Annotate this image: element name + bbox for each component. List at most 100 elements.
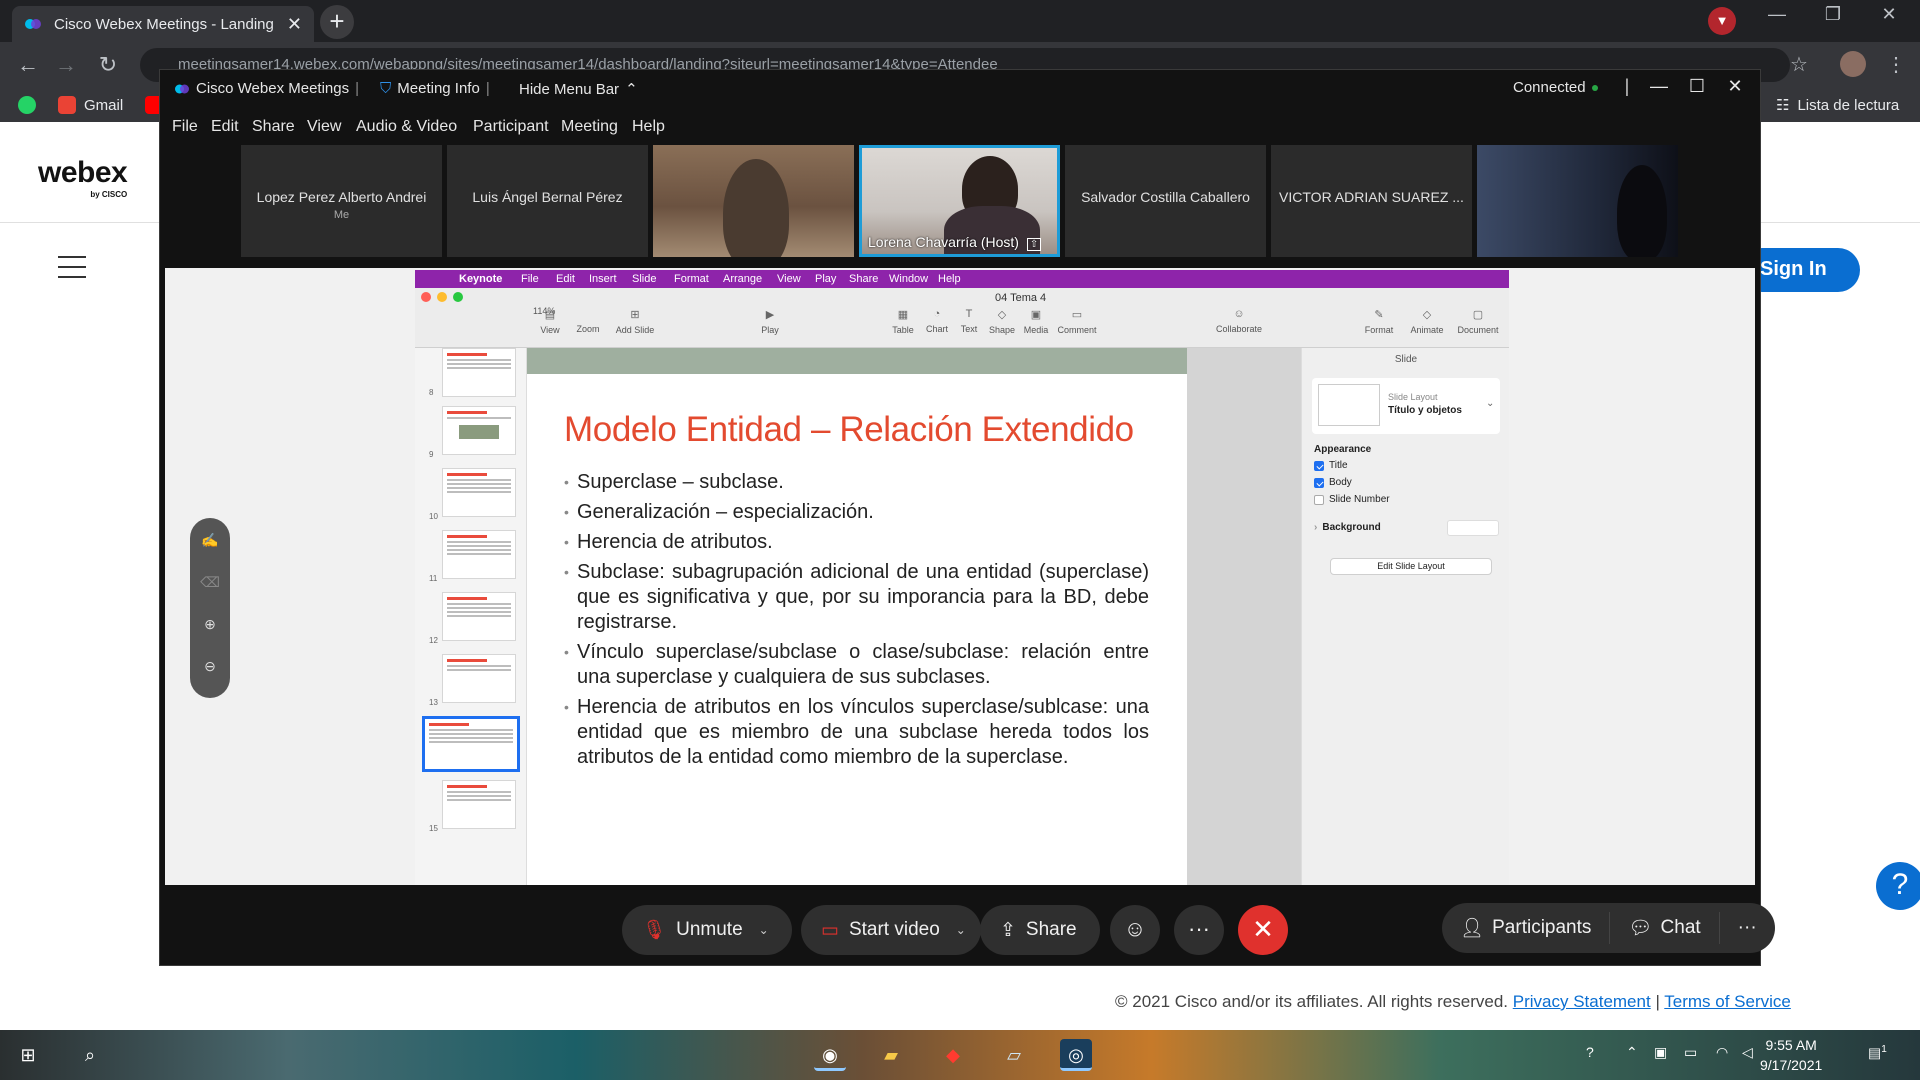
app-taskbar-icon[interactable]: ◆ <box>937 1039 969 1071</box>
meeting-info-button[interactable]: ⛉ Meeting Info | <box>380 80 490 97</box>
zoom-out-icon[interactable]: ⊖ <box>190 658 230 675</box>
chevron-up-icon[interactable]: ⌃ <box>1626 1044 1638 1061</box>
chat-icon: 💬︎ <box>1628 918 1653 939</box>
more-options-button[interactable]: ··· <box>1174 905 1224 955</box>
bookmark-star-icon[interactable]: ☆ <box>1790 52 1808 77</box>
notifications-icon[interactable]: ▤1 <box>1868 1044 1887 1062</box>
zoom-icon <box>573 308 603 320</box>
battery-icon[interactable]: ▭ <box>1684 1044 1697 1061</box>
keynote-menu-edit: Edit <box>556 273 575 285</box>
inspector-tab-slide: Slide <box>1394 354 1418 365</box>
whatsapp-bookmark[interactable] <box>18 96 36 114</box>
end-meeting-button[interactable]: ✕ <box>1238 905 1288 955</box>
device-tray-icon[interactable]: ▣ <box>1654 1044 1667 1061</box>
menu-view[interactable]: View <box>307 118 341 136</box>
new-tab-button[interactable]: + <box>320 5 354 39</box>
unmute-label: Unmute <box>676 919 743 940</box>
hide-menu-bar-button[interactable]: Hide Menu Bar ⌃ <box>519 80 638 99</box>
participants-button[interactable]: 👤︎ Participants <box>1442 912 1611 944</box>
keynote-menu-play: Play <box>815 273 837 285</box>
participant-tile[interactable]: Luis Ángel Bernal Pérez <box>447 145 648 257</box>
participant-name: VICTOR ADRIAN SUAREZ ... <box>1279 189 1464 205</box>
restore-icon[interactable]: ❐ <box>1810 4 1856 25</box>
menu-audio-video[interactable]: Audio & Video <box>356 118 457 136</box>
webex-meeting-window: Cisco Webex Meetings | ⛉ Meeting Info | … <box>160 70 1775 965</box>
webex-taskbar-icon[interactable]: ◎ <box>1060 1039 1092 1071</box>
appearance-heading: Appearance <box>1314 444 1372 455</box>
participant-video-tile[interactable]: Lorena Chavarría (Host) ⇧ <box>859 145 1060 257</box>
copyright-text: © 2021 Cisco and/or its affiliates. All … <box>1115 992 1509 1011</box>
share-button[interactable]: ⇪ Share <box>980 905 1100 955</box>
search-icon[interactable]: ⌕ <box>74 1039 106 1071</box>
help-tray-icon[interactable]: ? <box>1586 1044 1594 1060</box>
volume-icon[interactable]: ◁ <box>1742 1044 1753 1061</box>
close-window-icon[interactable]: ✕ <box>1866 4 1912 25</box>
meeting-maximize-icon[interactable]: ☐ <box>1680 76 1714 97</box>
video-off-icon: ▭ <box>821 919 839 941</box>
toolbar-add-slide: ⊞ Add Slide <box>611 308 659 335</box>
zoom-in-icon[interactable]: ⊕ <box>190 616 230 633</box>
keynote-menu-window: Window <box>889 273 929 285</box>
gmail-bookmark[interactable]: Gmail <box>58 96 123 114</box>
toolbar-animate: ◇ Animate <box>1409 308 1445 335</box>
terms-link[interactable]: Terms of Service <box>1664 992 1791 1011</box>
file-explorer-icon[interactable]: ▰ <box>875 1039 907 1071</box>
chevron-down-icon[interactable]: ⌄ <box>956 923 966 937</box>
slide-title: Modelo Entidad – Relación Extendido <box>564 410 1134 449</box>
chevron-down-icon[interactable]: ⌄ <box>759 923 769 937</box>
keynote-menu-view: View <box>777 273 801 285</box>
browser-tab[interactable]: Cisco Webex Meetings - Landing ✕ <box>12 6 314 42</box>
participant-tile[interactable]: Salvador Costilla Caballero <box>1065 145 1266 257</box>
logo-text: webex <box>38 156 128 189</box>
participant-video-tile[interactable] <box>1477 145 1678 257</box>
system-clock[interactable]: 9:55 AM 9/17/2021 <box>1760 1035 1822 1075</box>
privacy-link[interactable]: Privacy Statement <box>1513 992 1651 1011</box>
participant-video-tile[interactable] <box>653 145 854 257</box>
meeting-minimize-icon[interactable]: — <box>1642 76 1676 97</box>
chat-button[interactable]: 💬︎ Chat <box>1610 912 1720 944</box>
toolbar-media: ▣ Media <box>1021 308 1051 335</box>
layout-value: Título y objetos <box>1388 405 1462 416</box>
participant-tile[interactable]: Lopez Perez Alberto Andrei Me <box>241 145 442 257</box>
menu-meeting[interactable]: Meeting <box>561 118 618 136</box>
comment-icon: ▭ <box>1071 309 1083 321</box>
meeting-close-icon[interactable]: ✕ <box>1718 76 1752 97</box>
participant-strip: Lopez Perez Alberto Andrei Me Luis Ángel… <box>241 145 1678 257</box>
host-name: Lorena Chavarría (Host) <box>868 234 1019 250</box>
menu-edit[interactable]: Edit <box>211 118 239 136</box>
menu-share[interactable]: Share <box>252 118 295 136</box>
unmute-button[interactable]: 🎙︎ Unmute ⌄ <box>622 905 792 955</box>
back-icon[interactable]: ← <box>14 52 42 78</box>
forward-icon[interactable]: → <box>52 52 80 78</box>
menu-participant[interactable]: Participant <box>473 118 549 136</box>
tool-label: Add Slide <box>615 325 655 335</box>
chrome-taskbar-icon[interactable]: ◉ <box>814 1039 846 1071</box>
profile-avatar[interactable] <box>1840 51 1866 77</box>
muted-mic-icon: 🎙︎ <box>642 920 667 941</box>
menu-file[interactable]: File <box>172 118 198 136</box>
slide-number: 12 <box>429 636 438 645</box>
webex-logo[interactable]: webex by CISCO <box>38 156 128 199</box>
reading-list-button[interactable]: ☷ Lista de lectura <box>1776 96 1899 115</box>
notes-taskbar-icon[interactable]: ▱ <box>998 1039 1030 1071</box>
start-video-button[interactable]: ▭ Start video ⌄ <box>801 905 981 955</box>
reload-icon[interactable]: ↻ <box>94 52 122 78</box>
menu-help[interactable]: Help <box>632 118 665 136</box>
extension-icon[interactable]: ▼ <box>1708 7 1736 35</box>
eraser-icon[interactable]: ⌫ <box>190 574 230 591</box>
windows-start-icon[interactable]: ⊞ <box>12 1039 44 1071</box>
annotate-pen-icon[interactable]: ✍ <box>190 532 230 549</box>
hamburger-menu-icon[interactable] <box>58 256 86 286</box>
checkbox-checked-icon <box>1314 477 1324 488</box>
wifi-icon[interactable]: ◠ <box>1716 1044 1728 1061</box>
footer-separator: | <box>1655 992 1660 1011</box>
bullet-item: Superclase – subclase. <box>564 470 1149 495</box>
participant-tile[interactable]: VICTOR ADRIAN SUAREZ ... <box>1271 145 1472 257</box>
keynote-menu-help: Help <box>938 273 961 285</box>
more-panels-button[interactable]: ··· <box>1720 912 1775 944</box>
browser-menu-icon[interactable]: ⋮ <box>1886 52 1906 77</box>
reactions-icon[interactable]: ☺ <box>1110 905 1160 955</box>
help-icon[interactable]: ? <box>1876 862 1920 910</box>
minimize-icon[interactable]: — <box>1754 4 1800 25</box>
tab-close-icon[interactable]: ✕ <box>287 14 302 35</box>
